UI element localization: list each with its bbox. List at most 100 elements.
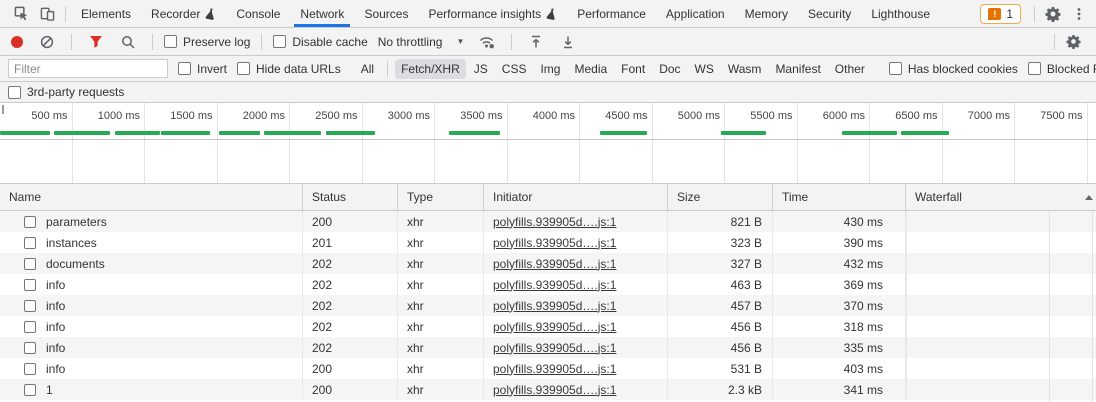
devtools-settings-button[interactable]	[1040, 1, 1066, 27]
tab-performance[interactable]: Performance	[567, 0, 656, 27]
table-row[interactable]: info 202 xhr polyfills.939905d….js:1 456…	[0, 316, 1096, 337]
column-header-status[interactable]: Status	[303, 184, 398, 210]
search-button[interactable]	[115, 29, 141, 55]
preserve-log-toggle[interactable]: Preserve log	[164, 35, 250, 49]
tab-sources[interactable]: Sources	[354, 0, 418, 27]
disable-cache-checkbox[interactable]	[273, 35, 286, 48]
request-name[interactable]: documents	[46, 257, 105, 271]
cell-waterfall[interactable]	[906, 274, 907, 295]
cell-waterfall[interactable]	[906, 211, 907, 232]
request-name[interactable]: 1	[46, 383, 53, 397]
hide-data-urls-checkbox[interactable]	[237, 62, 250, 75]
issues-counter[interactable]: ! 1	[980, 4, 1021, 24]
request-name[interactable]: instances	[46, 236, 97, 250]
filter-type-doc[interactable]: Doc	[653, 59, 686, 79]
cell-waterfall[interactable]	[906, 232, 907, 253]
tab-application[interactable]: Application	[656, 0, 735, 27]
filter-type-other[interactable]: Other	[829, 59, 871, 79]
column-header-initiator[interactable]: Initiator	[484, 184, 668, 210]
table-row[interactable]: 1 200 xhr polyfills.939905d….js:1 2.3 kB…	[0, 379, 1096, 400]
row-checkbox[interactable]	[24, 216, 36, 228]
table-row[interactable]: info 202 xhr polyfills.939905d….js:1 463…	[0, 274, 1096, 295]
invert-toggle[interactable]: Invert	[178, 62, 227, 76]
table-row[interactable]: info 200 xhr polyfills.939905d….js:1 531…	[0, 358, 1096, 379]
blocked-requests-toggle[interactable]: Blocked Requests	[1028, 62, 1096, 76]
cell-waterfall[interactable]	[906, 358, 907, 379]
third-party-checkbox[interactable]	[8, 86, 21, 99]
row-checkbox[interactable]	[24, 279, 36, 291]
initiator-link[interactable]: polyfills.939905d….js:1	[493, 362, 616, 376]
has-blocked-cookies-checkbox[interactable]	[889, 62, 902, 75]
filter-type-img[interactable]: Img	[534, 59, 566, 79]
cell-waterfall[interactable]	[906, 337, 907, 358]
third-party-toggle[interactable]: 3rd-party requests	[8, 85, 124, 99]
timeline-overview[interactable]: 500 ms1000 ms1500 ms2000 ms2500 ms3000 m…	[0, 103, 1096, 184]
export-har-button[interactable]	[555, 29, 581, 55]
table-row[interactable]: parameters 200 xhr polyfills.939905d….js…	[0, 211, 1096, 232]
filter-input[interactable]	[8, 59, 168, 78]
column-header-size[interactable]: Size	[668, 184, 773, 210]
record-icon[interactable]	[11, 36, 23, 48]
cell-waterfall[interactable]	[906, 295, 907, 316]
table-row[interactable]: documents 202 xhr polyfills.939905d….js:…	[0, 253, 1096, 274]
initiator-link[interactable]: polyfills.939905d….js:1	[493, 257, 616, 271]
filter-type-css[interactable]: CSS	[496, 59, 533, 79]
has-blocked-cookies-toggle[interactable]: Has blocked cookies	[889, 62, 1018, 76]
row-checkbox[interactable]	[24, 237, 36, 249]
row-checkbox[interactable]	[24, 321, 36, 333]
filter-type-js[interactable]: JS	[468, 59, 494, 79]
request-name[interactable]: info	[46, 278, 65, 292]
more-options-button[interactable]	[1066, 1, 1092, 27]
tab-memory[interactable]: Memory	[735, 0, 798, 27]
filter-type-wasm[interactable]: Wasm	[722, 59, 768, 79]
tab-performance-insights[interactable]: Performance insights	[418, 0, 567, 27]
tab-lighthouse[interactable]: Lighthouse	[861, 0, 940, 27]
filter-type-ws[interactable]: WS	[689, 59, 720, 79]
network-conditions-button[interactable]	[474, 29, 500, 55]
tab-console[interactable]: Console	[226, 0, 290, 27]
request-name[interactable]: info	[46, 299, 65, 313]
request-name[interactable]: info	[46, 320, 65, 334]
filter-button[interactable]	[83, 29, 109, 55]
request-name[interactable]: parameters	[46, 215, 107, 229]
initiator-link[interactable]: polyfills.939905d….js:1	[493, 341, 616, 355]
throttling-select[interactable]: No throttling ▼	[374, 35, 469, 49]
column-header-waterfall[interactable]: Waterfall	[906, 184, 1096, 210]
column-header-name[interactable]: Name	[0, 184, 303, 210]
import-har-button[interactable]	[523, 29, 549, 55]
filter-type-media[interactable]: Media	[568, 59, 613, 79]
table-row[interactable]: instances 201 xhr polyfills.939905d….js:…	[0, 232, 1096, 253]
column-header-time[interactable]: Time	[773, 184, 906, 210]
inspect-element-button[interactable]	[8, 1, 34, 27]
request-name[interactable]: info	[46, 341, 65, 355]
cell-waterfall[interactable]	[906, 253, 907, 274]
clear-button[interactable]	[34, 29, 60, 55]
initiator-link[interactable]: polyfills.939905d….js:1	[493, 320, 616, 334]
tab-recorder[interactable]: Recorder	[141, 0, 226, 27]
initiator-link[interactable]: polyfills.939905d….js:1	[493, 299, 616, 313]
preserve-log-checkbox[interactable]	[164, 35, 177, 48]
hide-data-urls-toggle[interactable]: Hide data URLs	[237, 62, 341, 76]
device-toolbar-button[interactable]	[34, 1, 60, 27]
tab-elements[interactable]: Elements	[71, 0, 141, 27]
network-settings-button[interactable]	[1060, 29, 1086, 55]
column-header-type[interactable]: Type	[398, 184, 484, 210]
initiator-link[interactable]: polyfills.939905d….js:1	[493, 215, 616, 229]
initiator-link[interactable]: polyfills.939905d….js:1	[493, 383, 616, 397]
filter-type-fetch-xhr[interactable]: Fetch/XHR	[395, 59, 466, 79]
invert-checkbox[interactable]	[178, 62, 191, 75]
initiator-link[interactable]: polyfills.939905d….js:1	[493, 278, 616, 292]
table-row[interactable]: info 202 xhr polyfills.939905d….js:1 456…	[0, 337, 1096, 358]
filter-type-manifest[interactable]: Manifest	[769, 59, 826, 79]
row-checkbox[interactable]	[24, 258, 36, 270]
row-checkbox[interactable]	[24, 363, 36, 375]
overview-resize-handle[interactable]	[2, 105, 4, 114]
filter-type-all[interactable]: All	[355, 59, 380, 79]
cell-waterfall[interactable]	[906, 316, 907, 337]
row-checkbox[interactable]	[24, 300, 36, 312]
row-checkbox[interactable]	[24, 384, 36, 396]
initiator-link[interactable]: polyfills.939905d….js:1	[493, 236, 616, 250]
filter-type-font[interactable]: Font	[615, 59, 651, 79]
blocked-requests-checkbox[interactable]	[1028, 62, 1041, 75]
table-row[interactable]: info 202 xhr polyfills.939905d….js:1 457…	[0, 295, 1096, 316]
